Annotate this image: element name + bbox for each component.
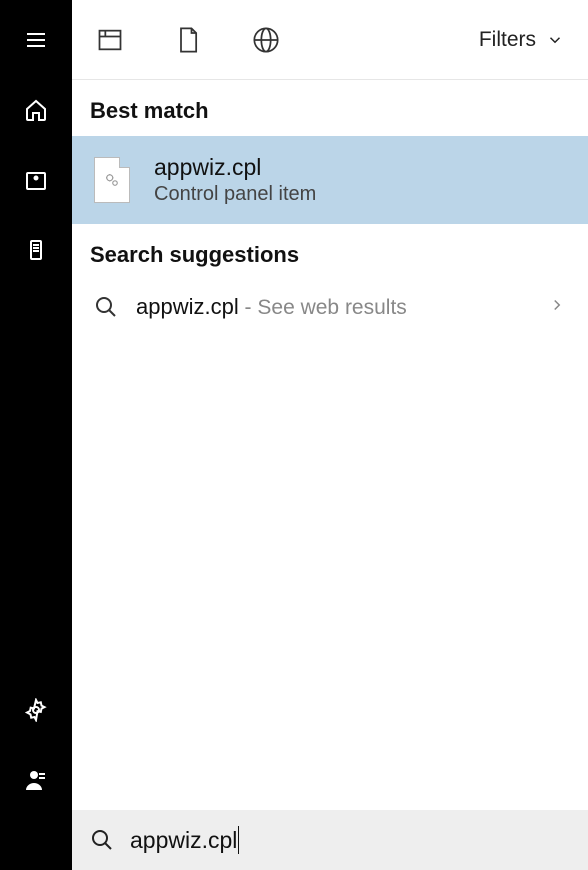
sidebar-top	[24, 28, 48, 262]
camera-icon[interactable]	[24, 168, 48, 192]
search-query-text: appwiz.cpl	[130, 827, 237, 854]
search-icon	[94, 295, 118, 319]
topbar-tabs	[90, 26, 280, 54]
suggestion-secondary: - See web results	[239, 296, 407, 319]
main-panel: Filters Best match appwiz.cpl Control pa…	[72, 0, 588, 870]
suggestion-primary: appwiz.cpl	[136, 294, 239, 319]
best-match-header: Best match	[72, 80, 588, 136]
user-icon[interactable]	[24, 768, 48, 792]
best-match-subtitle: Control panel item	[154, 183, 316, 206]
best-match-title: appwiz.cpl	[154, 154, 316, 181]
chevron-right-icon	[548, 296, 566, 319]
sidebar	[0, 0, 72, 870]
home-icon[interactable]	[24, 98, 48, 122]
web-tab-icon[interactable]	[252, 26, 280, 54]
control-panel-file-icon	[94, 157, 130, 203]
gear-icon[interactable]	[24, 698, 48, 722]
suggestions-header: Search suggestions	[72, 224, 588, 280]
suggestion-item[interactable]: appwiz.cpl - See web results	[72, 280, 588, 334]
text-cursor	[238, 826, 239, 854]
search-bar[interactable]: appwiz.cpl	[72, 810, 588, 870]
apps-tab-icon[interactable]	[96, 26, 124, 54]
results-body: Best match appwiz.cpl Control panel item…	[72, 80, 588, 810]
menu-icon[interactable]	[24, 28, 48, 52]
search-icon	[90, 828, 114, 852]
device-icon[interactable]	[24, 238, 48, 262]
search-input[interactable]: appwiz.cpl	[130, 826, 570, 854]
documents-tab-icon[interactable]	[174, 26, 202, 54]
filters-button[interactable]: Filters	[479, 28, 570, 52]
sidebar-bottom	[24, 698, 48, 870]
chevron-down-icon	[546, 31, 564, 49]
suggestion-text-wrap: appwiz.cpl - See web results	[136, 294, 407, 320]
best-match-text: appwiz.cpl Control panel item	[154, 154, 316, 206]
best-match-item[interactable]: appwiz.cpl Control panel item	[72, 136, 588, 224]
filters-label: Filters	[479, 28, 536, 52]
topbar: Filters	[72, 0, 588, 80]
